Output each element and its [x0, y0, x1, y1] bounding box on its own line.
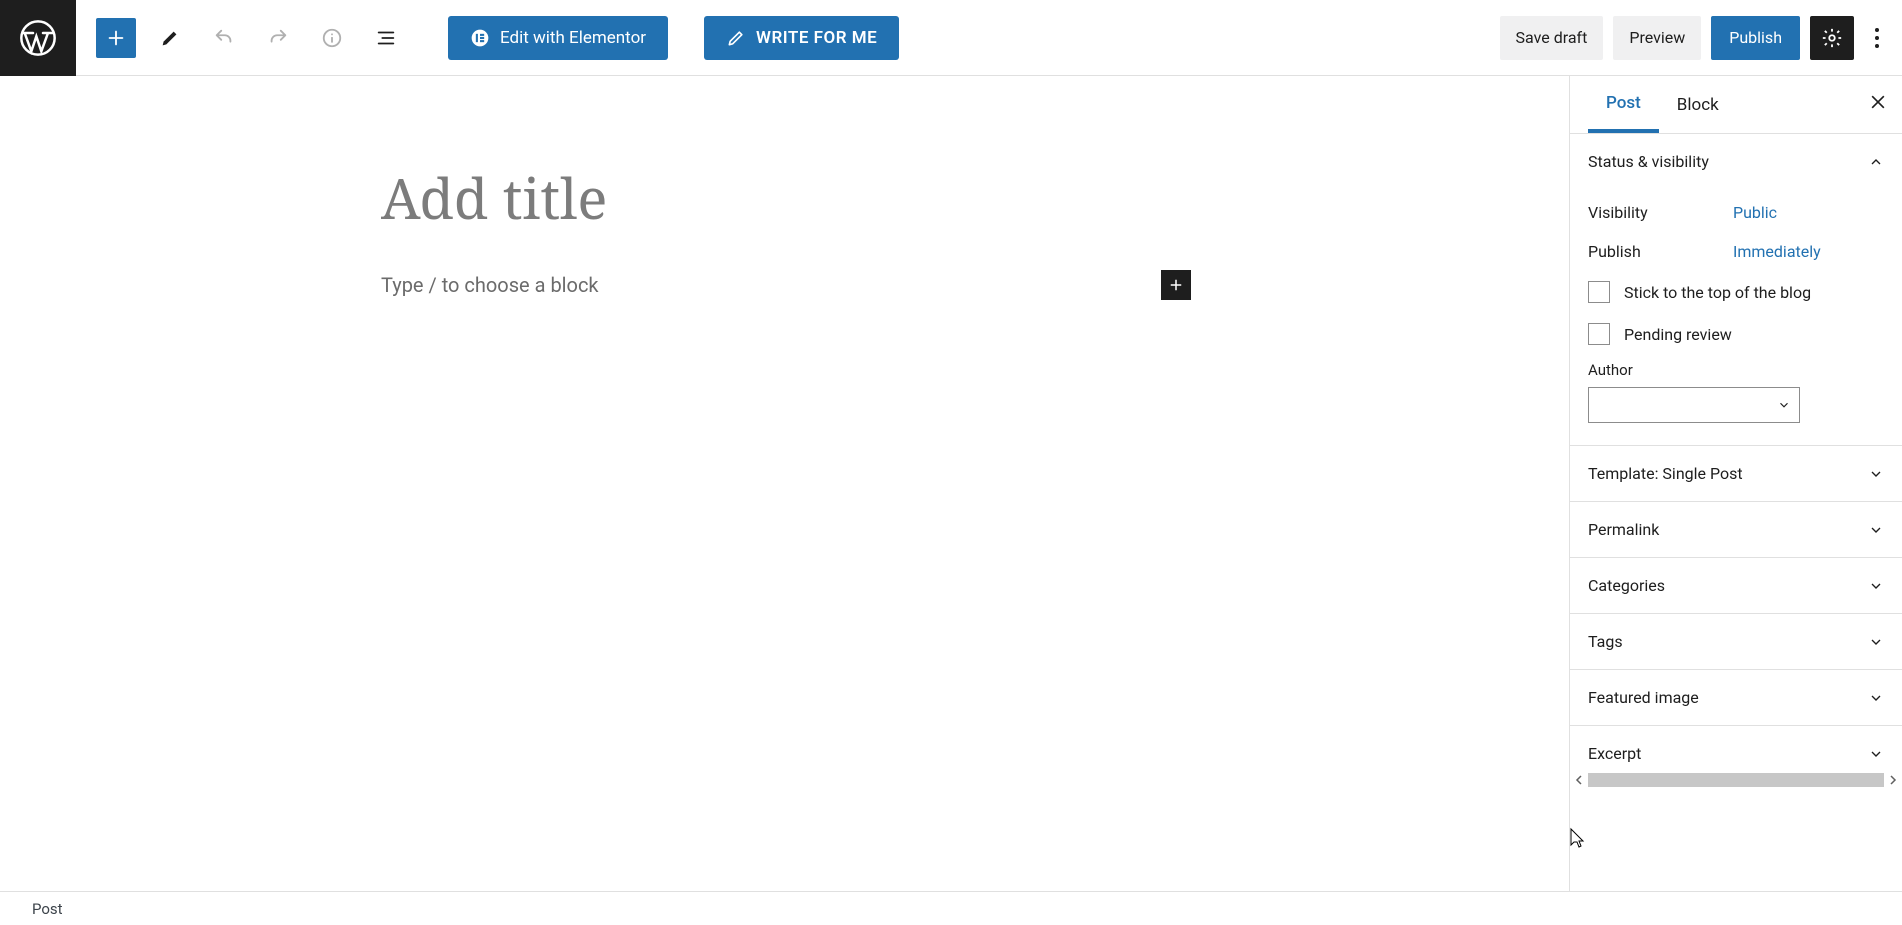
panel-header-categories[interactable]: Categories — [1570, 558, 1902, 613]
write-for-me-label: WRITE FOR ME — [756, 28, 877, 48]
tab-block[interactable]: Block — [1659, 76, 1737, 133]
panel-title: Status & visibility — [1588, 152, 1709, 171]
toggle-block-inserter-button[interactable] — [96, 18, 136, 58]
settings-button[interactable] — [1810, 16, 1854, 60]
chevron-down-icon — [1868, 466, 1884, 482]
editor-footer: Post — [0, 891, 1902, 925]
add-block-button[interactable] — [1161, 270, 1191, 300]
undo-icon — [213, 27, 235, 49]
stick-top-row: Stick to the top of the blog — [1588, 271, 1884, 313]
panel-header-status[interactable]: Status & visibility — [1570, 134, 1902, 189]
author-label: Author — [1588, 361, 1884, 379]
pending-review-checkbox[interactable] — [1588, 323, 1610, 345]
toolbar-left-group: Edit with Elementor WRITE FOR ME — [96, 16, 899, 60]
stick-top-label: Stick to the top of the blog — [1624, 283, 1811, 302]
panel-header-excerpt[interactable]: Excerpt — [1570, 726, 1902, 771]
scroll-right-arrow[interactable] — [1884, 775, 1902, 785]
sidebar-tabs: Post Block — [1570, 76, 1902, 134]
publish-label: Publish — [1729, 28, 1782, 47]
save-draft-label: Save draft — [1516, 28, 1588, 47]
panel-title: Permalink — [1588, 520, 1659, 539]
edit-with-elementor-button[interactable]: Edit with Elementor — [448, 16, 668, 60]
tab-block-label: Block — [1677, 95, 1719, 115]
publish-value-link[interactable]: Immediately — [1733, 242, 1821, 261]
panel-title: Featured image — [1588, 688, 1699, 707]
details-button[interactable] — [312, 18, 352, 58]
close-icon — [1868, 92, 1888, 112]
panel-tags: Tags — [1570, 614, 1902, 670]
edit-with-elementor-label: Edit with Elementor — [500, 28, 646, 48]
redo-icon — [267, 27, 289, 49]
chevron-down-icon — [1868, 578, 1884, 594]
top-toolbar: Edit with Elementor WRITE FOR ME Save dr… — [0, 0, 1902, 76]
toolbar-right-group: Save draft Preview Publish — [1500, 16, 1890, 60]
panel-header-permalink[interactable]: Permalink — [1570, 502, 1902, 557]
panel-header-featured-image[interactable]: Featured image — [1570, 670, 1902, 725]
chevron-down-icon — [1868, 746, 1884, 762]
options-button[interactable] — [1864, 16, 1890, 60]
redo-button[interactable] — [258, 18, 298, 58]
breadcrumb[interactable]: Post — [32, 900, 63, 918]
chevron-up-icon — [1868, 154, 1884, 170]
visibility-label: Visibility — [1588, 203, 1733, 222]
chevron-down-icon — [1868, 690, 1884, 706]
undo-button[interactable] — [204, 18, 244, 58]
wordpress-icon — [18, 18, 58, 58]
chevron-down-icon — [1868, 634, 1884, 650]
panel-title: Template: Single Post — [1588, 464, 1743, 483]
post-title-input[interactable]: Add title — [381, 160, 1569, 236]
pending-review-row: Pending review — [1588, 313, 1884, 355]
wordpress-logo[interactable] — [0, 0, 76, 76]
tab-post-label: Post — [1606, 93, 1641, 113]
pending-review-label: Pending review — [1624, 325, 1732, 344]
elementor-icon — [470, 28, 490, 48]
pencil-icon — [159, 27, 181, 49]
panel-template: Template: Single Post — [1570, 446, 1902, 502]
panel-title: Categories — [1588, 576, 1665, 595]
panel-header-template[interactable]: Template: Single Post — [1570, 446, 1902, 501]
sidebar-horizontal-scrollbar[interactable] — [1570, 771, 1902, 789]
scroll-left-arrow[interactable] — [1570, 775, 1588, 785]
save-draft-button[interactable]: Save draft — [1500, 16, 1604, 60]
panel-status-visibility: Status & visibility Visibility Public Pu… — [1570, 134, 1902, 446]
panel-title: Tags — [1588, 632, 1623, 651]
panel-title: Excerpt — [1588, 744, 1641, 763]
chevron-down-icon — [1868, 522, 1884, 538]
title-placeholder: Add title — [381, 160, 1569, 236]
tab-post[interactable]: Post — [1588, 76, 1659, 133]
content-placeholder[interactable]: Type / to choose a block — [381, 273, 599, 297]
panel-featured-image: Featured image — [1570, 670, 1902, 726]
visibility-value-link[interactable]: Public — [1733, 203, 1777, 222]
plus-icon — [1167, 276, 1185, 294]
publish-button[interactable]: Publish — [1711, 16, 1800, 60]
info-icon — [321, 27, 343, 49]
pencil-outline-icon — [726, 28, 746, 48]
editor-canvas: Add title Type / to choose a block — [0, 76, 1569, 891]
panel-categories: Categories — [1570, 558, 1902, 614]
settings-sidebar: Post Block Status & visibility Visibilit… — [1569, 76, 1902, 891]
close-settings-button[interactable] — [1868, 92, 1888, 112]
more-vertical-icon — [1874, 27, 1880, 49]
list-view-icon — [375, 27, 397, 49]
panel-permalink: Permalink — [1570, 502, 1902, 558]
panel-header-tags[interactable]: Tags — [1570, 614, 1902, 669]
write-for-me-button[interactable]: WRITE FOR ME — [704, 16, 899, 60]
gear-icon — [1821, 27, 1843, 49]
preview-label: Preview — [1629, 28, 1685, 47]
author-select[interactable] — [1588, 387, 1800, 423]
tools-button[interactable] — [150, 18, 190, 58]
publish-label: Publish — [1588, 242, 1733, 261]
preview-button[interactable]: Preview — [1613, 16, 1701, 60]
publish-row: Publish Immediately — [1588, 232, 1884, 271]
chevron-down-icon — [1777, 398, 1791, 412]
plus-icon — [105, 27, 127, 49]
list-view-button[interactable] — [366, 18, 406, 58]
panel-excerpt: Excerpt — [1570, 726, 1902, 771]
stick-top-checkbox[interactable] — [1588, 281, 1610, 303]
scrollbar-track[interactable] — [1588, 773, 1884, 787]
visibility-row: Visibility Public — [1588, 193, 1884, 232]
